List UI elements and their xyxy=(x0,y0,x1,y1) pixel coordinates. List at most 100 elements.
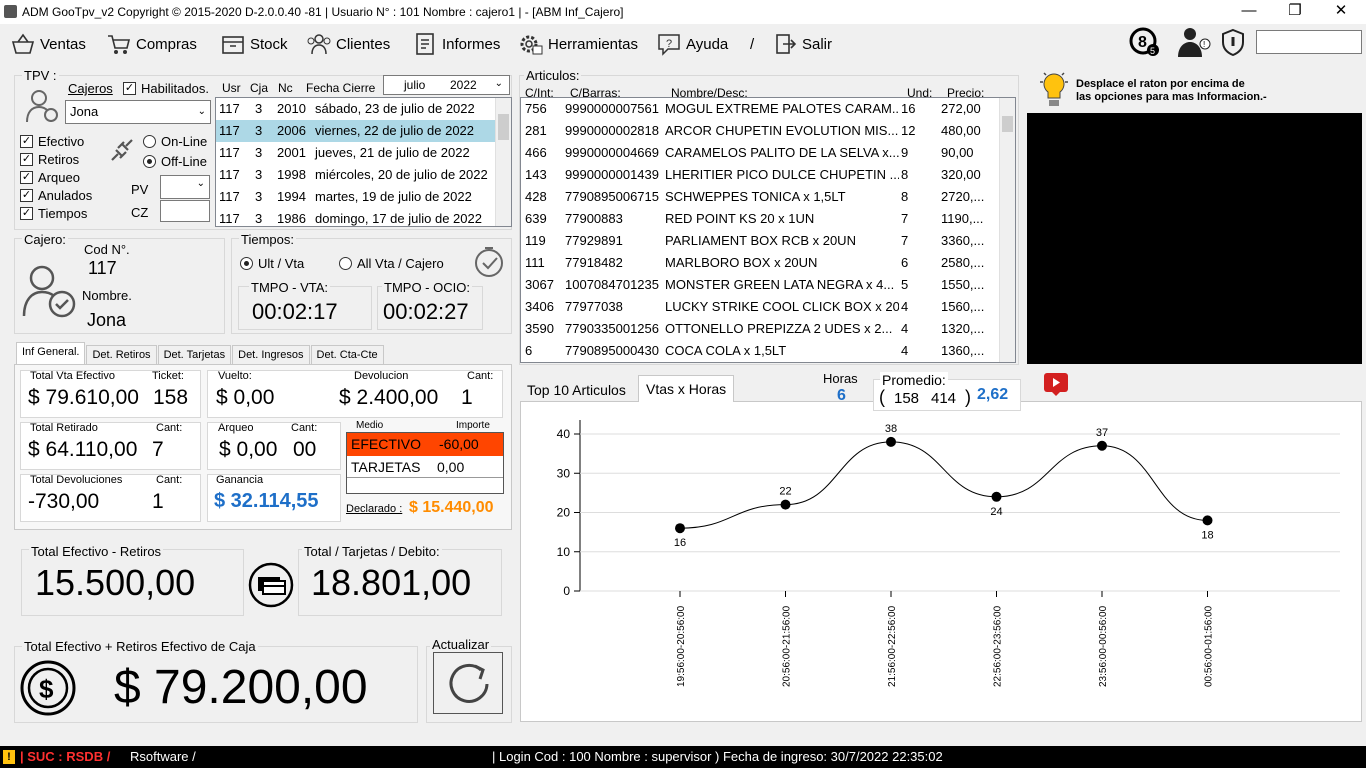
articulo-row[interactable]: 6 7790895000430 COCA COLA x 1,5LT 4 1360,... xyxy=(521,340,999,362)
cierre-row[interactable]: 117 3 2001 jueves, 21 de julio de 2022 xyxy=(216,142,511,164)
check-arqueo-label: Arqueo xyxy=(38,170,80,185)
ult-vta-radio[interactable]: Ult / Vta xyxy=(240,256,304,271)
articulos-scroll-thumb[interactable] xyxy=(1002,116,1013,132)
check-arqueo[interactable]: ✓ Arqueo xyxy=(20,170,92,185)
menu-salir[interactable]: Salir xyxy=(772,32,832,56)
online-radio[interactable]: On-Line xyxy=(143,134,207,149)
info-text-1: Desplace el raton por encima de xyxy=(1076,78,1245,90)
menu-stock[interactable]: Stock xyxy=(220,32,288,56)
tab-det-cta-cte[interactable]: Det. Cta-Cte xyxy=(310,345,384,365)
data-point xyxy=(1097,440,1107,451)
articulo-row[interactable]: 111 77918482 MARLBORO BOX x 20UN 6 2580,... xyxy=(521,252,999,274)
articulo-row[interactable]: 428 7790895006715 SCHWEPPES TONICA x 1,5LT… xyxy=(521,186,999,208)
all-vta-dot xyxy=(339,257,352,270)
suc-label: | SUC : RSDB / xyxy=(20,749,111,764)
minimize-button[interactable]: — xyxy=(1226,0,1272,24)
user-info-icon[interactable]: ! xyxy=(1174,26,1214,58)
menu-herramientas[interactable]: Herramientas xyxy=(518,32,638,56)
cell: 466 xyxy=(525,145,547,160)
medio-row-efectivo[interactable]: EFECTIVO -60,00 xyxy=(347,433,503,456)
articulo-row[interactable]: 466 9990000004669 CARAMELOS PALITO DE LA S… xyxy=(521,142,999,164)
medios-table: EFECTIVO -60,00 TARJETAS 0,00 xyxy=(346,432,504,494)
data-label: 18 xyxy=(1201,529,1213,541)
habilitados-checkbox[interactable]: ✓ Habilitados. xyxy=(123,81,209,96)
cash-card-icon xyxy=(248,562,294,608)
maximize-button[interactable]: ❐ xyxy=(1272,0,1318,24)
cz-input[interactable] xyxy=(160,200,210,222)
articulos-list[interactable]: 6 7790895000430 COCA COLA x 1,5LT 4 1360,...… xyxy=(520,97,1016,363)
menu-ventas[interactable]: Ventas xyxy=(10,32,86,56)
history-icon[interactable]: 85 xyxy=(1128,26,1162,58)
vuelto-label: Vuelto: xyxy=(218,370,252,382)
pv-select[interactable]: ⌄ xyxy=(160,175,210,199)
online-label: On-Line xyxy=(161,134,208,149)
shield-icon[interactable] xyxy=(1220,28,1246,56)
cierre-row[interactable]: 117 3 2010 sábado, 23 de julio de 2022 xyxy=(216,98,511,120)
y-tick-label: 20 xyxy=(557,506,571,520)
menu-informes[interactable]: Informes xyxy=(412,32,500,56)
articulo-row[interactable]: 3406 77977038 LUCKY STRIKE COOL CLICK BOX … xyxy=(521,296,999,318)
cell: 2001 xyxy=(277,145,306,160)
efectivo-retiros-value: 15.500,00 xyxy=(35,562,196,603)
cajero-select[interactable]: Jona ⌄ xyxy=(65,100,211,124)
check-tiempos[interactable]: ✓ Tiempos xyxy=(20,206,92,221)
cierre-row[interactable]: 117 3 1994 martes, 19 de julio de 2022 xyxy=(216,186,511,208)
actualizar-button[interactable] xyxy=(433,652,503,714)
medio-row-tarjetas[interactable]: TARJETAS 0,00 xyxy=(347,456,503,478)
tab-det-ingresos[interactable]: Det. Ingresos xyxy=(232,345,310,365)
check-retiros[interactable]: ✓ Retiros xyxy=(20,152,92,167)
tab-inf-general[interactable]: Inf General. xyxy=(16,342,86,365)
menu-clientes[interactable]: Clientes xyxy=(306,32,390,56)
help-icon: ? xyxy=(658,34,680,56)
menu-bar: Ventas Compras Stock Clientes Informes H… xyxy=(0,26,1366,62)
tab-vtas-horas[interactable]: Vtas x Horas xyxy=(638,375,735,402)
cell: 117 xyxy=(219,123,240,138)
close-button[interactable]: ✕ xyxy=(1318,0,1364,24)
check-anulados[interactable]: ✓ Anulados xyxy=(20,188,92,203)
exit-icon xyxy=(776,34,797,54)
cell: 1986 xyxy=(277,211,306,226)
menu-compras[interactable]: Compras xyxy=(106,32,197,56)
articulo-row[interactable]: 639 77900883 RED POINT KS 20 x 1UN 7 1190,..… xyxy=(521,208,999,230)
check-efectivo[interactable]: ✓ Efectivo xyxy=(20,134,92,149)
cierres-scrollbar[interactable] xyxy=(495,98,511,226)
svg-text:8: 8 xyxy=(1138,34,1147,51)
articulo-row[interactable]: 3590 7790335001256 OTTONELLO PREPIZZA 2 UD… xyxy=(521,318,999,340)
menu-ventas-label: Ventas xyxy=(40,35,86,53)
tmpo-ocio-label: TMPO - OCIO: xyxy=(382,280,472,295)
articulo-row[interactable]: 281 9990000002818 ARCOR CHUPETIN EVOLUTION… xyxy=(521,120,999,142)
articulo-row[interactable]: 756 9990000007561 MOGUL EXTREME PALOTES CA… xyxy=(521,98,999,120)
caja-value: $ 79.200,00 xyxy=(114,661,368,714)
cell: viernes, 22 de julio de 2022 xyxy=(315,123,475,138)
offline-radio[interactable]: Off-Line xyxy=(143,154,207,169)
tab-det-retiros[interactable]: Det. Retiros xyxy=(86,345,157,365)
cell: 77918482 xyxy=(565,255,623,270)
tr-cant-label: Cant: xyxy=(156,422,183,434)
cierre-row[interactable]: 117 3 1986 domingo, 17 de julio de 2022 xyxy=(216,208,511,226)
cierres-list[interactable]: 117 3 2010 sábado, 23 de julio de 2022 117 3… xyxy=(215,97,512,227)
tmpo-ocio-value: 00:02:27 xyxy=(383,299,469,324)
menu-ayuda[interactable]: ? Ayuda xyxy=(656,32,728,56)
x-tick-label: 23:56:00-00:56:00 xyxy=(1098,605,1109,687)
col-usr: Usr xyxy=(222,81,241,95)
tab-det-tarjetas[interactable]: Det. Tarjetas xyxy=(157,345,232,365)
quick-search-input[interactable] xyxy=(1256,30,1362,54)
cierre-row-selected[interactable]: 117 3 2006 viernes, 22 de julio de 2022 xyxy=(216,120,511,142)
articulo-row[interactable]: 119 77929891 PARLIAMENT BOX RCB x 20UN 7 336… xyxy=(521,230,999,252)
articulos-scrollbar[interactable] xyxy=(999,98,1015,362)
cell: CARAMELOS PALITO DE LA SELVA x... xyxy=(665,145,899,160)
cajeros-link[interactable]: Cajeros xyxy=(68,81,113,96)
cierre-row[interactable]: 117 3 1998 miércoles, 20 de julio de 2022 xyxy=(216,164,511,186)
efectivo-retiros-label: Total Efectivo - Retiros xyxy=(29,544,164,559)
all-vta-radio[interactable]: All Vta / Cajero xyxy=(339,256,444,271)
cell: 9 xyxy=(901,145,909,160)
articulo-row[interactable]: 143 9990000001439 LHERITIER PICO DULCE CHU… xyxy=(521,164,999,186)
video-play-icon[interactable] xyxy=(1042,371,1070,397)
arqueo-label: Arqueo xyxy=(218,422,254,434)
articulo-row[interactable]: 3067 1007084701235 MONSTER GREEN LATA NEGR… xyxy=(521,274,999,296)
month-picker[interactable]: julio 2022 ⌄ xyxy=(383,75,510,95)
cell: 4 xyxy=(901,343,909,358)
tab-top-10[interactable]: Top 10 Articulos xyxy=(522,378,631,402)
menu-herramientas-label: Herramientas xyxy=(548,35,639,53)
scroll-thumb[interactable] xyxy=(498,114,509,140)
